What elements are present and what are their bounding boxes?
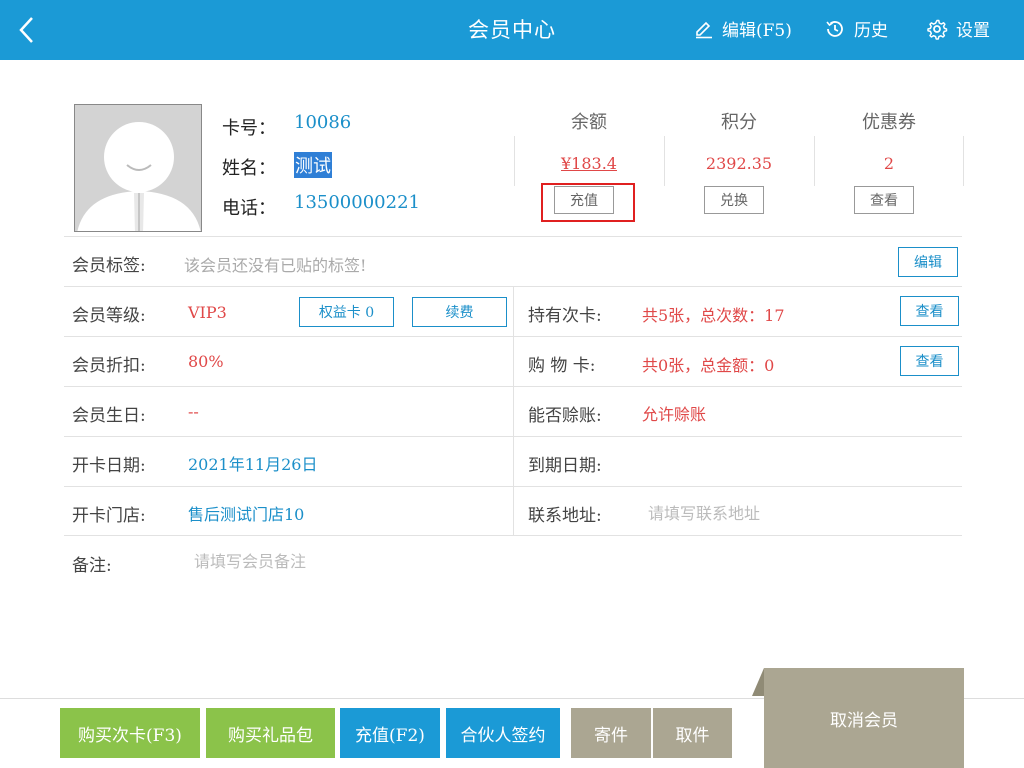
buy-times-card-button[interactable]: 购买次卡(F3) — [60, 708, 200, 758]
coupons-view-button[interactable]: 查看 — [854, 186, 914, 214]
phone-value: 13500000221 — [294, 192, 420, 213]
card-no-label: 卡号： — [222, 118, 276, 139]
credit-label: 能否赊账: — [528, 406, 602, 426]
credit-value: 允许赊账 — [642, 405, 707, 424]
chevron-left-icon — [19, 17, 33, 43]
edit-button[interactable]: 编辑(F5) — [694, 16, 792, 41]
remark-input[interactable]: 请填写会员备注 — [194, 548, 306, 572]
user-avatar-icon — [75, 105, 201, 231]
tags-placeholder: 该会员还没有已贴的标签! — [184, 256, 367, 275]
column-divider — [513, 287, 514, 535]
open-store-label: 开卡门店: — [72, 506, 146, 526]
balance-value[interactable]: ¥183.4 — [514, 154, 664, 173]
tags-label: 会员标签: — [72, 256, 146, 276]
deposit-button[interactable]: 寄件 — [571, 708, 651, 758]
coupons-column: 优惠券 2 查看 — [814, 108, 964, 218]
open-date-label: 开卡日期: — [72, 456, 146, 476]
birthday-label: 会员生日: — [72, 406, 146, 426]
row-divider — [64, 236, 962, 237]
renew-button[interactable]: 续费 — [412, 297, 507, 327]
level-label: 会员等级: — [72, 306, 146, 326]
history-button[interactable]: 历史 — [824, 16, 888, 41]
settings-button[interactable]: 设置 — [926, 16, 990, 41]
gear-icon — [927, 19, 948, 40]
level-value: VIP3 — [188, 303, 227, 322]
coupons-value: 2 — [883, 154, 895, 173]
points-column: 积分 2392.35 兑换 — [664, 108, 814, 218]
recharge-footer-button[interactable]: 充值(F2) — [340, 708, 440, 758]
back-button[interactable] — [14, 14, 42, 46]
name-value[interactable]: 测试 — [294, 152, 332, 178]
buy-gift-pack-button[interactable]: 购买礼品包 — [206, 708, 335, 758]
exchange-button[interactable]: 兑换 — [704, 186, 764, 214]
history-label: 历史 — [854, 21, 888, 41]
points-label: 积分 — [721, 112, 757, 133]
rights-card-button[interactable]: 权益卡 0 — [299, 297, 394, 327]
stat-divider — [963, 136, 964, 186]
address-input[interactable]: 请填写联系地址 — [648, 500, 760, 524]
discount-label: 会员折扣: — [72, 356, 146, 376]
pickup-button[interactable]: 取件 — [653, 708, 732, 758]
avatar — [74, 104, 202, 232]
open-date-value: 2021年11月26日 — [188, 455, 318, 474]
balance-label: 余额 — [571, 112, 607, 133]
tags-edit-button[interactable]: 编辑 — [898, 247, 958, 277]
phone-label: 电话： — [222, 198, 276, 219]
open-store-value: 售后测试门店10 — [188, 505, 305, 524]
partner-sign-button[interactable]: 合伙人签约 — [446, 708, 560, 758]
settings-label: 设置 — [956, 21, 990, 41]
name-label: 姓名： — [222, 158, 276, 179]
shopping-card-view-button[interactable]: 查看 — [900, 346, 959, 376]
discount-value: 80% — [188, 352, 224, 371]
times-card-value: 共5张，总次数：17 — [642, 306, 785, 325]
stat-divider — [514, 136, 515, 186]
history-icon — [826, 20, 843, 37]
recharge-highlight — [541, 183, 635, 222]
cancel-member-button[interactable]: 取消会员 — [764, 668, 964, 768]
cancel-member-corner — [752, 668, 764, 696]
top-bar: 会员中心 编辑(F5) 历史 设置 — [0, 0, 1024, 60]
remark-label: 备注: — [72, 556, 112, 576]
coupons-label: 优惠券 — [862, 112, 916, 133]
address-label: 联系地址: — [528, 506, 602, 526]
expire-date-label: 到期日期: — [528, 456, 602, 476]
times-card-view-button[interactable]: 查看 — [900, 296, 959, 326]
edit-label: 编辑(F5) — [722, 21, 792, 41]
pencil-icon — [696, 21, 712, 38]
row-divider — [64, 535, 962, 536]
card-no-value: 10086 — [294, 112, 352, 133]
birthday-value: -- — [188, 402, 199, 421]
shopping-card-value: 共0张，总金额：0 — [642, 356, 775, 375]
points-value: 2392.35 — [705, 154, 773, 173]
times-card-label: 持有次卡: — [528, 306, 602, 326]
shopping-card-label: 购 物 卡: — [528, 356, 596, 376]
